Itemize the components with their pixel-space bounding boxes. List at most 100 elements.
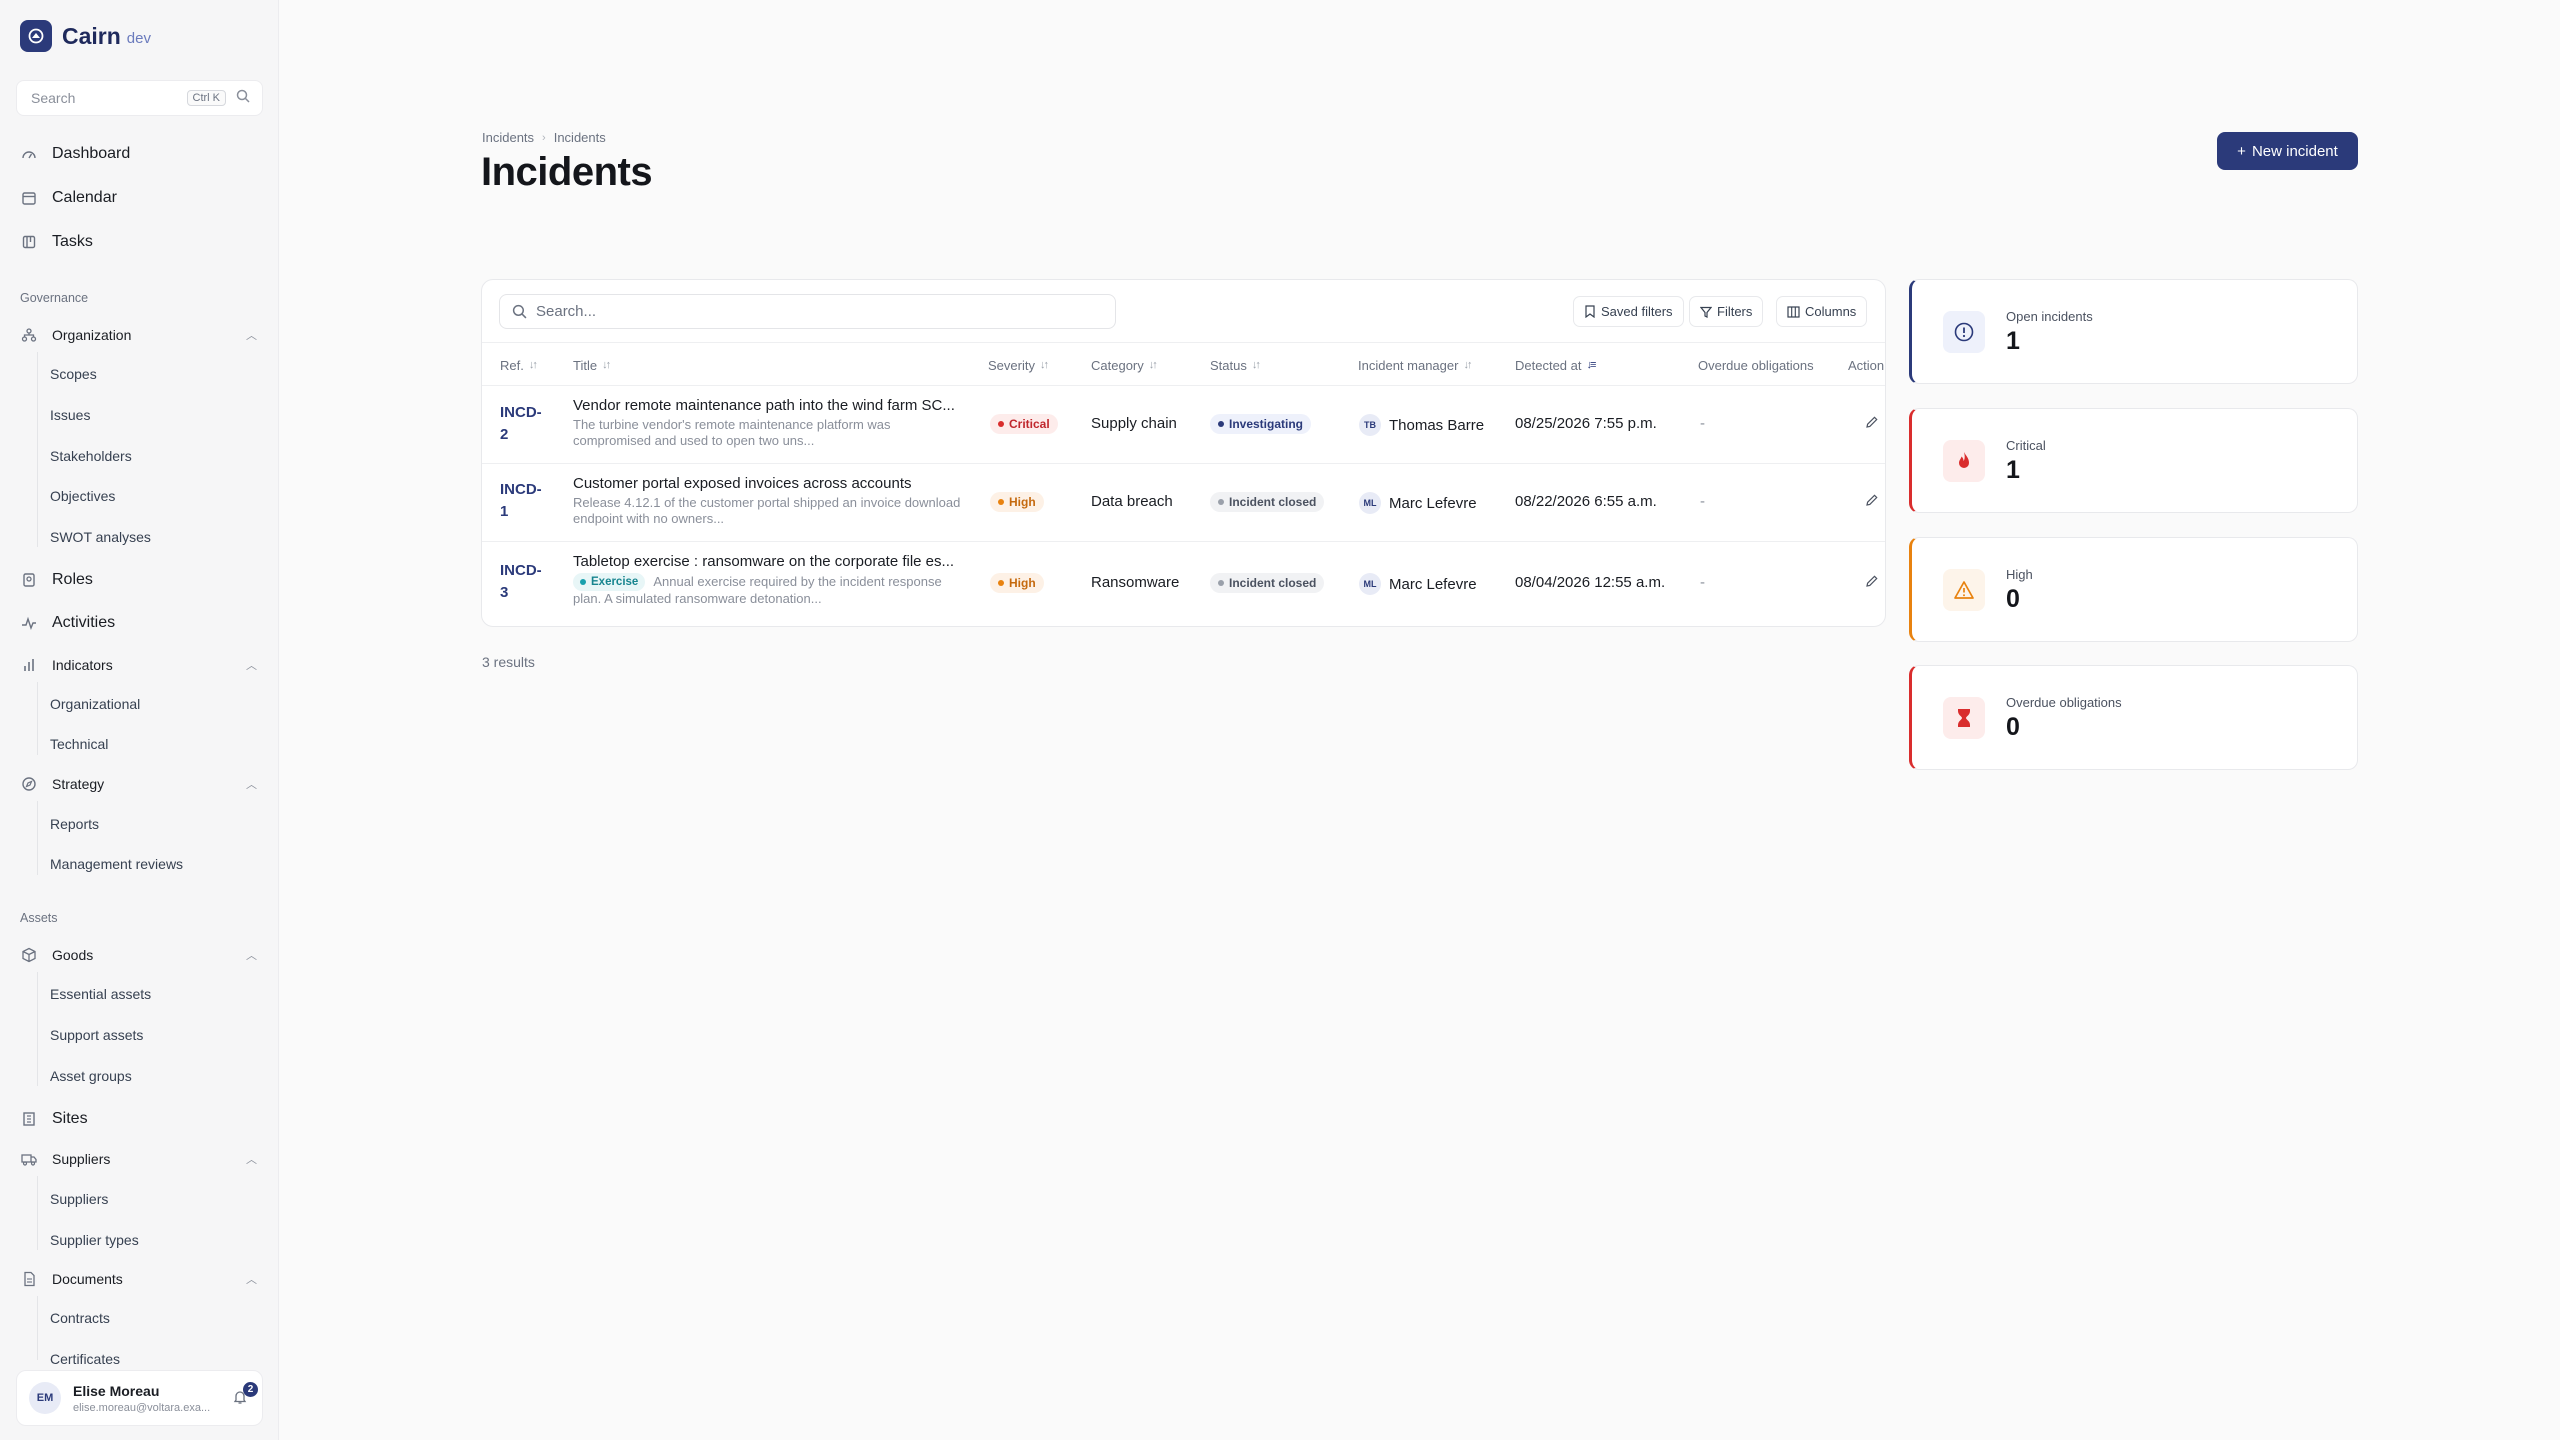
ref-cell[interactable]: INCD- 3 — [500, 560, 542, 604]
group-label-assets: Assets — [20, 911, 58, 925]
sidebar-subitem-certificates[interactable]: Certificates — [50, 1348, 120, 1370]
col-incident-manager[interactable]: Incident manager ↓↑ — [1358, 343, 1472, 387]
sidebar-subitem-objectives[interactable]: Objectives — [50, 485, 115, 507]
chevron-up-icon[interactable]: ︿ — [246, 776, 257, 792]
col-title[interactable]: Title ↓↑ — [573, 343, 611, 387]
sidebar-item-indicators[interactable]: Indicators ︿ — [20, 651, 257, 679]
sidebar-search[interactable]: Search Ctrl K — [16, 80, 263, 116]
sidebar-subitem-essential-assets[interactable]: Essential assets — [50, 983, 151, 1005]
sidebar-subitem-issues[interactable]: Issues — [50, 404, 90, 426]
results-count: 3 results — [482, 654, 535, 670]
sidebar-item-goods[interactable]: Goods ︿ — [20, 941, 257, 969]
sidebar-subitem-swot[interactable]: SWOT analyses — [50, 526, 151, 548]
ref-cell[interactable]: INCD- 2 — [500, 402, 542, 446]
user-card[interactable]: EM Elise Moreau elise.moreau@voltara.exa… — [16, 1370, 263, 1426]
incident-title: Vendor remote maintenance path into the … — [573, 397, 955, 414]
activity-icon — [20, 614, 38, 632]
col-severity[interactable]: Severity ↓↑ — [988, 343, 1049, 387]
breadcrumb-item-current: Incidents — [553, 130, 606, 145]
sidebar-subitem-asset-groups[interactable]: Asset groups — [50, 1065, 132, 1087]
severity-badge: Critical — [990, 414, 1058, 434]
sidebar-item-documents[interactable]: Documents ︿ — [20, 1265, 257, 1293]
severity-badge: High — [990, 492, 1044, 512]
table-row[interactable]: INCD- 3 Tabletop exercise : ransomware o… — [482, 542, 1885, 626]
manager-name: Marc Lefevre — [1389, 575, 1477, 593]
stat-card-high[interactable]: High 0 — [1909, 537, 2358, 642]
table-row[interactable]: INCD- 2 Vendor remote maintenance path i… — [482, 386, 1885, 464]
search-icon — [512, 304, 527, 319]
col-label: Action — [1848, 357, 1885, 373]
chevron-up-icon[interactable]: ︿ — [246, 1151, 257, 1167]
sidebar-item-roles[interactable]: Roles — [20, 566, 93, 594]
sidebar-item-strategy[interactable]: Strategy ︿ — [20, 770, 257, 798]
sidebar-item-tasks[interactable]: Tasks — [20, 228, 93, 256]
sidebar-subitem-support-assets[interactable]: Support assets — [50, 1024, 143, 1046]
saved-filters-label: Saved filters — [1601, 304, 1673, 319]
sidebar-item-sites[interactable]: Sites — [20, 1105, 88, 1133]
chevron-up-icon[interactable]: ︿ — [246, 657, 257, 673]
col-status[interactable]: Status ↓↑ — [1210, 343, 1261, 387]
status-dot — [998, 499, 1004, 505]
severity-label: Critical — [1009, 417, 1050, 431]
cairn-logo-icon — [20, 20, 52, 52]
sidebar-item-calendar[interactable]: Calendar — [20, 184, 117, 212]
overdue-cell: - — [1700, 493, 1705, 510]
calendar-icon — [20, 189, 38, 207]
sidebar-subitem-technical[interactable]: Technical — [50, 733, 108, 755]
table-search-input[interactable]: Search... — [499, 294, 1116, 329]
chevron-up-icon[interactable]: ︿ — [246, 327, 257, 343]
sidebar-item-activities[interactable]: Activities — [20, 609, 115, 637]
edit-icon[interactable] — [1865, 415, 1879, 429]
ref-link-number: 1 — [500, 503, 509, 520]
chevron-up-icon[interactable]: ︿ — [246, 947, 257, 963]
ref-cell[interactable]: INCD- 1 — [500, 479, 542, 523]
sidebar-item-organization[interactable]: Organization ︿ — [20, 321, 257, 349]
col-category[interactable]: Category ↓↑ — [1091, 343, 1158, 387]
title-cell[interactable]: Customer portal exposed invoices across … — [573, 475, 968, 527]
sidebar-search-placeholder: Search — [31, 90, 76, 106]
sub-rail — [37, 972, 38, 1086]
stat-card-open-incidents[interactable]: Open incidents 1 — [1909, 279, 2358, 384]
edit-icon[interactable] — [1865, 493, 1879, 507]
sidebar-subitem-organizational[interactable]: Organizational — [50, 693, 140, 715]
sidebar-item-dashboard[interactable]: Dashboard — [20, 140, 130, 168]
stat-card-critical[interactable]: Critical 1 — [1909, 408, 2358, 513]
status-badge: Incident closed — [1210, 492, 1325, 512]
breadcrumb-item[interactable]: Incidents — [482, 130, 534, 145]
manager-name: Marc Lefevre — [1389, 494, 1477, 512]
table-row[interactable]: INCD- 1 Customer portal exposed invoices… — [482, 464, 1885, 542]
sub-rail — [37, 1176, 38, 1250]
stat-value: 1 — [2006, 327, 2020, 355]
chevron-up-icon[interactable]: ︿ — [246, 1271, 257, 1287]
sub-rail — [37, 352, 38, 547]
title-cell[interactable]: Tabletop exercise : ransomware on the co… — [573, 553, 968, 607]
columns-button[interactable]: Columns — [1776, 296, 1868, 327]
sidebar-subitem-scopes[interactable]: Scopes — [50, 363, 97, 385]
detected-at-cell: 08/04/2026 12:55 a.m. — [1515, 574, 1666, 591]
overdue-cell: - — [1700, 574, 1705, 591]
title-cell[interactable]: Vendor remote maintenance path into the … — [573, 397, 968, 449]
incident-title: Tabletop exercise : ransomware on the co… — [573, 553, 955, 570]
edit-icon[interactable] — [1865, 574, 1879, 588]
status-cell: Incident closed — [1210, 492, 1325, 512]
filter-icon — [1700, 306, 1712, 318]
category-cell: Supply chain — [1091, 415, 1177, 432]
sidebar-subitem-suppliers[interactable]: Suppliers — [50, 1188, 108, 1210]
new-incident-button[interactable]: + New incident — [2217, 132, 2358, 170]
col-detected-at[interactable]: Detected at ↓≡ — [1515, 343, 1596, 387]
sidebar-subitem-contracts[interactable]: Contracts — [50, 1307, 110, 1329]
sidebar-subitem-stakeholders[interactable]: Stakeholders — [50, 445, 132, 467]
sidebar-item-suppliers[interactable]: Suppliers ︿ — [20, 1145, 257, 1173]
filters-button[interactable]: Filters — [1689, 296, 1764, 327]
col-ref[interactable]: Ref. ↓↑ — [500, 343, 538, 387]
brand[interactable]: Cairn dev — [20, 20, 151, 52]
manager-cell: ML Marc Lefevre — [1359, 573, 1477, 595]
sidebar-subitem-reports[interactable]: Reports — [50, 813, 99, 835]
tasks-icon — [20, 233, 38, 251]
avatar: ML — [1359, 492, 1381, 514]
stat-value: 1 — [2006, 456, 2020, 484]
stat-card-overdue-obligations[interactable]: Overdue obligations 0 — [1909, 665, 2358, 770]
sidebar-subitem-management-reviews[interactable]: Management reviews — [50, 853, 183, 875]
saved-filters-button[interactable]: Saved filters — [1573, 296, 1684, 327]
sidebar-subitem-supplier-types[interactable]: Supplier types — [50, 1229, 139, 1251]
